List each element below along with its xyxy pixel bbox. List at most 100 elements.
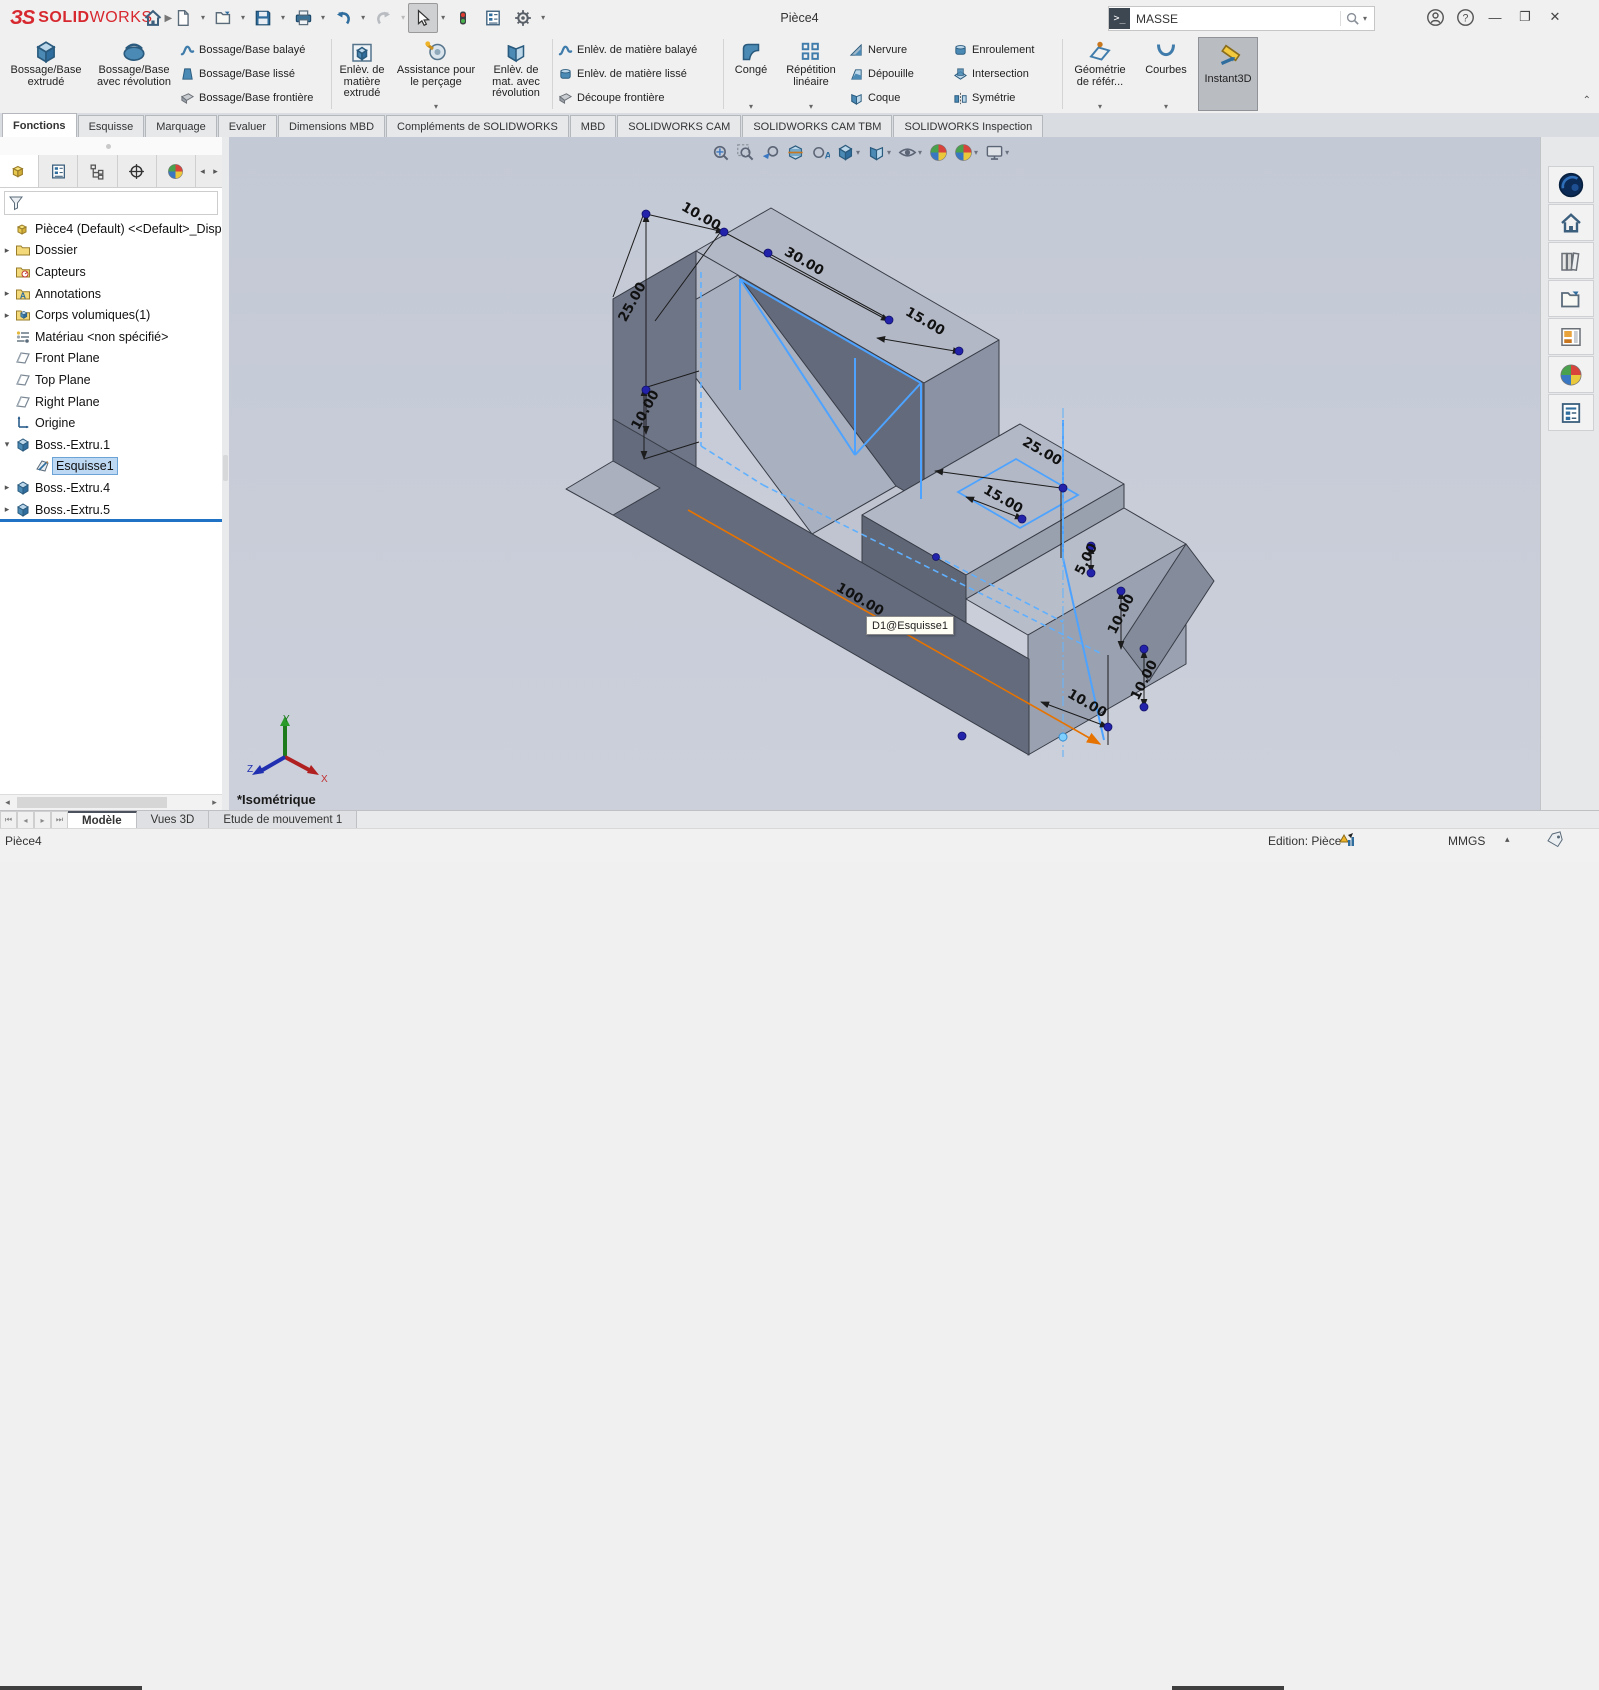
displaymanager-tab[interactable] <box>157 155 196 187</box>
view-orientation-icon[interactable]: ▾ <box>834 140 863 164</box>
account-button[interactable] <box>1420 3 1450 31</box>
appearances-icon[interactable] <box>1548 356 1594 393</box>
ribbon-collapse-chevron[interactable]: ⌃ <box>1583 95 1591 106</box>
reference-geometry-button[interactable]: Géométrie de référ... ▾ <box>1064 35 1136 113</box>
tree-item-right-plane[interactable]: Right Plane <box>0 391 222 413</box>
tab-dimensions-mbd[interactable]: Dimensions MBD <box>278 115 385 137</box>
next-tab-button[interactable]: ▸ <box>34 811 51 829</box>
3dexperience-icon[interactable] <box>1548 166 1594 203</box>
tree-item-corps-volumiques[interactable]: ▸ Corps volumiques(1) <box>0 304 222 326</box>
tree-item-top-plane[interactable]: Top Plane <box>0 369 222 391</box>
scroll-right-arrow[interactable]: ▸ <box>207 797 222 808</box>
undo-caret[interactable]: ▾ <box>358 13 368 22</box>
part-model[interactable] <box>566 208 1214 755</box>
tab-marquage[interactable]: Marquage <box>145 115 217 137</box>
curves-caret[interactable]: ▾ <box>1164 101 1168 113</box>
first-tab-button[interactable]: ⏮ <box>0 811 17 829</box>
apply-scene-icon[interactable]: ▾ <box>952 140 981 164</box>
extruded-cut-button[interactable]: Enlèv. de matière extrudé <box>333 35 391 113</box>
3d-views-tab[interactable]: Vues 3D <box>137 811 210 829</box>
hole-wizard-caret[interactable]: ▾ <box>434 101 438 113</box>
propertymanager-tab[interactable] <box>39 155 78 187</box>
model-tab[interactable]: Modèle <box>68 811 137 829</box>
status-units[interactable]: MMGS <box>1448 834 1485 848</box>
expand-arrow[interactable]: ▸ <box>0 245 14 256</box>
fillet-button[interactable]: Congé ▾ <box>725 35 777 113</box>
lofted-cut-button[interactable]: Enlèv. de matière lissé <box>558 64 718 84</box>
rebuild-traffic-light-button[interactable] <box>448 3 478 33</box>
previous-view-icon[interactable] <box>759 140 782 164</box>
collapse-arrow[interactable]: ▾ <box>0 439 14 450</box>
close-button[interactable]: ✕ <box>1540 3 1570 31</box>
expand-arrow[interactable]: ▸ <box>0 482 14 493</box>
tab-mbd[interactable]: MBD <box>570 115 616 137</box>
new-caret[interactable]: ▾ <box>198 13 208 22</box>
tree-item-origine[interactable]: Origine <box>0 412 222 434</box>
wrap-button[interactable]: Enroulement <box>953 40 1057 60</box>
tag-icon[interactable] <box>1545 831 1565 854</box>
tree-item-front-plane[interactable]: Front Plane <box>0 348 222 370</box>
tree-item-boss-extru4[interactable]: ▸ Boss.-Extru.4 <box>0 477 222 499</box>
reference-geometry-caret[interactable]: ▾ <box>1098 101 1102 113</box>
swept-boss-button[interactable]: Bossage/Base balayé <box>180 40 326 60</box>
select-caret[interactable]: ▾ <box>438 13 448 22</box>
tree-item-boss-extru1[interactable]: ▾ Boss.-Extru.1 <box>0 434 222 456</box>
hide-show-items-icon[interactable]: ▾ <box>896 140 925 164</box>
lofted-boss-button[interactable]: Bossage/Base lissé <box>180 64 326 84</box>
expand-arrow[interactable]: ▸ <box>0 288 14 299</box>
revolved-boss-button[interactable]: Bossage/Base avec révolution <box>92 35 176 113</box>
open-button[interactable] <box>208 3 238 33</box>
help-button[interactable] <box>1450 3 1480 31</box>
configurationmanager-tab[interactable] <box>78 155 117 187</box>
tab-solidworks-cam-tbm[interactable]: SOLIDWORKS CAM TBM <box>742 115 892 137</box>
scroll-thumb[interactable] <box>17 797 167 808</box>
tree-item-esquisse1[interactable]: Esquisse1 <box>0 456 222 478</box>
search-input[interactable] <box>1130 12 1340 26</box>
panel-splitter-horizontal[interactable] <box>0 137 222 156</box>
annotation-view-icon[interactable] <box>809 140 832 164</box>
curves-button[interactable]: Courbes ▾ <box>1136 35 1196 113</box>
tree-item-materiau[interactable]: Matériau <non spécifié> <box>0 326 222 348</box>
tab-fonctions[interactable]: Fonctions <box>2 113 77 137</box>
expand-arrow[interactable]: ▸ <box>0 310 14 321</box>
select-cursor-button[interactable] <box>408 3 438 33</box>
mirror-button[interactable]: Symétrie <box>953 88 1057 108</box>
undo-button[interactable] <box>328 3 358 33</box>
print-caret[interactable]: ▾ <box>318 13 328 22</box>
search-box[interactable]: >_ ▾ <box>1108 6 1375 31</box>
dimxpertmanager-tab[interactable] <box>118 155 157 187</box>
expand-arrow[interactable]: ▸ <box>0 504 14 515</box>
linear-pattern-button[interactable]: Répétition linéaire ▾ <box>777 35 845 113</box>
tab-solidworks-inspection[interactable]: SOLIDWORKS Inspection <box>893 115 1043 137</box>
view-settings-icon[interactable]: ▾ <box>983 140 1012 164</box>
restore-button[interactable]: ❐ <box>1510 3 1540 31</box>
task-list-button[interactable] <box>478 3 508 33</box>
sketch-point-highlight[interactable] <box>1059 733 1067 741</box>
redo-button[interactable] <box>368 3 398 33</box>
swept-cut-button[interactable]: Enlèv. de matière balayé <box>558 40 718 60</box>
tree-horizontal-scrollbar[interactable]: ◂ ▸ <box>0 794 222 810</box>
performance-icon[interactable] <box>1338 832 1356 853</box>
tree-item-capteurs[interactable]: Capteurs <box>0 261 222 283</box>
revolved-cut-button[interactable]: Enlèv. de mat. avec révolution <box>481 35 551 113</box>
zoom-to-fit-icon[interactable] <box>709 140 732 164</box>
rib-button[interactable]: Nervure <box>849 40 945 60</box>
instant3d-button[interactable]: Instant3D <box>1198 37 1258 111</box>
tab-esquisse[interactable]: Esquisse <box>78 115 145 137</box>
draft-button[interactable]: Dépouille <box>849 64 945 84</box>
tree-filter-input[interactable] <box>27 195 217 211</box>
fillet-caret[interactable]: ▾ <box>749 101 753 113</box>
tree-filter[interactable] <box>4 191 218 215</box>
save-caret[interactable]: ▾ <box>278 13 288 22</box>
redo-caret[interactable]: ▾ <box>398 13 408 22</box>
home-button[interactable] <box>138 3 168 33</box>
extruded-boss-button[interactable]: Bossage/Base extrudé <box>0 35 92 113</box>
boundary-cut-button[interactable]: Découpe frontière <box>558 88 718 108</box>
tab-solidworks-cam[interactable]: SOLIDWORKS CAM <box>617 115 741 137</box>
tree-item-dossier[interactable]: ▸ Dossier <box>0 240 222 262</box>
custom-properties-icon[interactable] <box>1548 394 1594 431</box>
options-caret[interactable]: ▾ <box>538 13 548 22</box>
display-style-icon[interactable]: ▾ <box>865 140 894 164</box>
tree-item-boss-extru5[interactable]: ▸ Boss.-Extru.5 <box>0 499 222 521</box>
last-tab-button[interactable]: ⏭ <box>51 811 68 829</box>
